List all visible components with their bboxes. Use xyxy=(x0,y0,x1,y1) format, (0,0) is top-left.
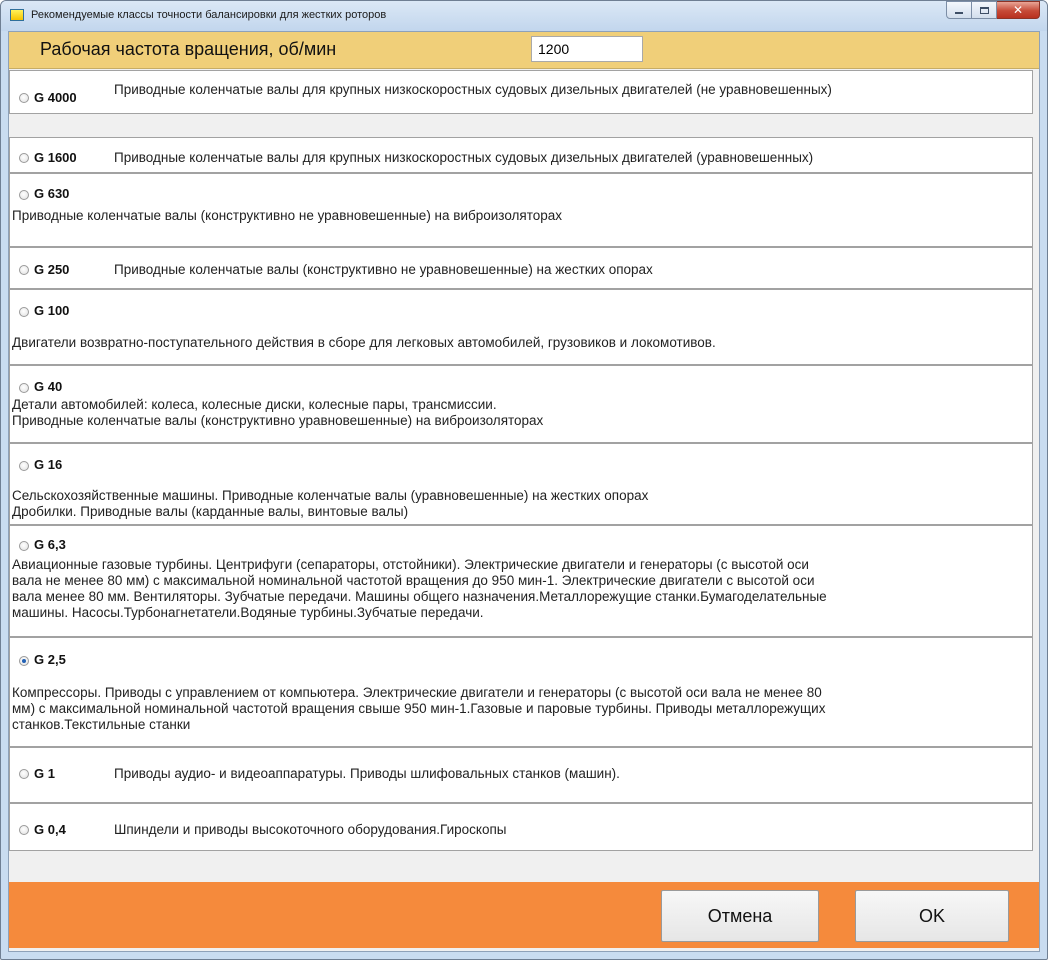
class-code: G 4000 xyxy=(34,90,77,105)
close-icon: ✕ xyxy=(1012,3,1024,17)
class-description: Детали автомобилей: колеса, колесные дис… xyxy=(12,397,544,428)
class-code: G 100 xyxy=(34,303,70,318)
class-row-g2-5[interactable]: G 2,5 Компрессоры. Приводы с управлением… xyxy=(9,637,1033,747)
title-bar[interactable]: Рекомендуемые классы точности балансиров… xyxy=(1,1,1047,31)
class-radio-g100[interactable] xyxy=(19,307,29,317)
class-row-g1[interactable]: G 1 Приводы аудио- и видеоаппаратуры. Пр… xyxy=(9,747,1033,803)
class-row-g1600[interactable]: G 1600 Приводные коленчатые валы для кру… xyxy=(9,137,1033,173)
rpm-label: Рабочая частота вращения, об/мин xyxy=(40,39,337,59)
class-radio-g16[interactable] xyxy=(19,461,29,471)
class-description: Приводные коленчатые валы (конструктивно… xyxy=(12,208,563,223)
class-description: Шпиндели и приводы высокоточного оборудо… xyxy=(114,822,507,837)
class-row-g250[interactable]: G 250 Приводные коленчатые валы (констру… xyxy=(9,247,1033,289)
class-code: G 630 xyxy=(34,186,70,201)
class-radio-g6-3[interactable] xyxy=(19,541,29,551)
class-description: Приводные коленчатые валы для крупных ни… xyxy=(114,150,814,165)
class-code: G 250 xyxy=(34,262,70,277)
window-controls: ✕ xyxy=(946,1,1040,21)
class-radio-g0-4[interactable] xyxy=(19,825,29,835)
class-description: Двигатели возвратно-поступательного дейс… xyxy=(12,335,716,350)
class-code: G 40 xyxy=(34,379,63,394)
class-code: G 6,3 xyxy=(34,537,66,552)
maximize-button[interactable] xyxy=(972,1,997,19)
minimize-icon xyxy=(955,12,963,14)
class-radio-g2-5[interactable] xyxy=(19,656,29,666)
class-radio-g4000[interactable] xyxy=(19,93,29,103)
class-description: Авиационные газовые турбины. Центрифуги … xyxy=(12,557,827,620)
class-code: G 1600 xyxy=(34,150,77,165)
class-radio-g1600[interactable] xyxy=(19,153,29,163)
class-description: Приводные коленчатые валы для крупных ни… xyxy=(114,82,832,97)
class-row-g0-4[interactable]: G 0,4 Шпиндели и приводы высокоточного о… xyxy=(9,803,1033,851)
app-icon xyxy=(10,9,24,21)
class-code: G 16 xyxy=(34,457,63,472)
rpm-input[interactable] xyxy=(531,36,643,62)
class-radio-g40[interactable] xyxy=(19,383,29,393)
window-title: Рекомендуемые классы точности балансиров… xyxy=(31,9,387,21)
dialog-client-area: Рабочая частота вращения, об/мин G 4000 … xyxy=(8,31,1040,952)
class-row-g40[interactable]: G 40 Детали автомобилей: колеса, колесны… xyxy=(9,365,1033,443)
class-radio-g250[interactable] xyxy=(19,265,29,275)
class-description: Сельскохозяйственные машины. Приводные к… xyxy=(12,488,649,519)
class-description: Приводы аудио- и видеоаппаратуры. Привод… xyxy=(114,766,620,781)
class-code: G 1 xyxy=(34,766,55,781)
class-description: Компрессоры. Приводы с управлением от ко… xyxy=(12,685,826,732)
class-code: G 2,5 xyxy=(34,652,66,667)
class-row-g100[interactable]: G 100 Двигатели возвратно-поступательног… xyxy=(9,289,1033,365)
maximize-icon xyxy=(979,6,989,14)
class-radio-g1[interactable] xyxy=(19,769,29,779)
rpm-header: Рабочая частота вращения, об/мин xyxy=(9,32,1039,69)
class-radio-g630[interactable] xyxy=(19,190,29,200)
class-description: Приводные коленчатые валы (конструктивно… xyxy=(114,262,653,277)
minimize-button[interactable] xyxy=(946,1,972,19)
class-row-g630[interactable]: G 630 Приводные коленчатые валы (констру… xyxy=(9,173,1033,247)
close-button[interactable]: ✕ xyxy=(997,1,1040,19)
dialog-window: Рекомендуемые классы точности балансиров… xyxy=(0,0,1048,960)
class-code: G 0,4 xyxy=(34,822,66,837)
class-row-g6-3[interactable]: G 6,3 Авиационные газовые турбины. Центр… xyxy=(9,525,1033,637)
cancel-button[interactable]: Отмена xyxy=(661,890,819,942)
ok-button[interactable]: OK xyxy=(855,890,1009,942)
class-row-g16[interactable]: G 16 Сельскохозяйственные машины. Привод… xyxy=(9,443,1033,525)
class-row-g4000[interactable]: G 4000 Приводные коленчатые валы для кру… xyxy=(9,70,1033,114)
